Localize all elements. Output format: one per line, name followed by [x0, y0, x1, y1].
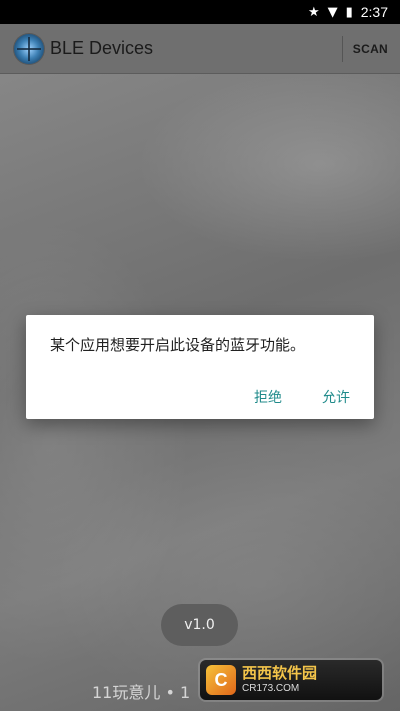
- scan-button[interactable]: SCAN: [353, 24, 388, 74]
- status-time: 2:37: [360, 4, 388, 20]
- allow-button[interactable]: 允许: [312, 381, 360, 413]
- watermark-brand: 西西软件园 CR173.COM: [242, 666, 317, 694]
- app-title: BLE Devices: [50, 38, 154, 58]
- version-badge: v1.0: [161, 604, 238, 646]
- star-icon: ★: [307, 4, 320, 20]
- bluetooth-permission-dialog: 某个应用想要开启此设备的蓝牙功能。 拒绝 允许: [26, 315, 374, 419]
- wifi-icon: ▼: [327, 4, 338, 20]
- deny-button[interactable]: 拒绝: [244, 381, 292, 413]
- watermark-text: 11玩意儿 • 1: [92, 683, 191, 702]
- watermark-logo: C 西西软件园 CR173.COM: [200, 660, 382, 700]
- bluetooth-logo-icon: [14, 33, 44, 64]
- app-bar: BLE Devices SCAN: [0, 24, 400, 74]
- watermark-brand-title: 西西软件园: [242, 664, 318, 682]
- watermark-brand-url: CR173.COM: [242, 683, 300, 694]
- watermark-logo-icon: C: [206, 665, 236, 695]
- dialog-message: 某个应用想要开启此设备的蓝牙功能。: [50, 336, 306, 354]
- battery-icon: ▮: [345, 4, 353, 20]
- status-bar: ★ ▼ ▮ 2:37: [0, 0, 400, 24]
- app-bar-divider: [342, 36, 343, 62]
